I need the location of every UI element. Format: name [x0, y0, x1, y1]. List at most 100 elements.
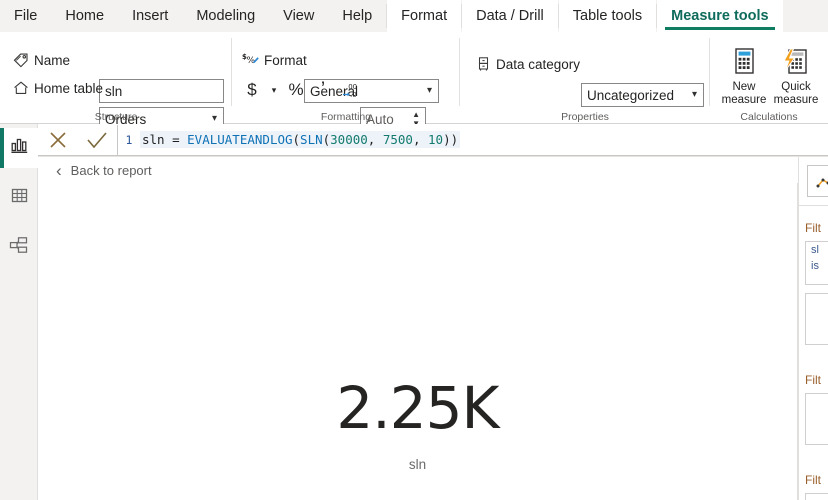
group-label-calculations: Calculations	[740, 111, 798, 123]
tab-table-tools[interactable]: Table tools	[558, 0, 657, 32]
tab-help[interactable]: Help	[328, 0, 386, 32]
dax-token-measure-name: sln	[142, 132, 165, 147]
tab-measure-tools[interactable]: Measure tools	[657, 0, 783, 32]
tab-modeling-label: Modeling	[196, 8, 256, 24]
measure-name-value: sln	[105, 83, 123, 99]
dax-formula-text: sln = EVALUATEANDLOG(SLN(30000, 7500, 10…	[140, 131, 461, 148]
percent-icon[interactable]: %	[286, 78, 306, 102]
dax-formula-input[interactable]: 1 sln = EVALUATEANDLOG(SLN(30000, 7500, …	[118, 124, 828, 156]
nav-model-view[interactable]	[0, 228, 38, 268]
dax-token-paren-close: ))	[443, 132, 459, 147]
tab-format-label: Format	[401, 8, 448, 24]
svg-text:.00: .00	[346, 83, 357, 91]
filter-card-empty-3[interactable]	[805, 493, 828, 500]
dax-token-equals: =	[164, 132, 188, 147]
card-caption: sln	[408, 457, 427, 472]
ribbon-group-calculations: New measure Quick measure Calculations	[710, 32, 828, 124]
line-chart-visual-icon[interactable]	[807, 165, 828, 197]
measure-name-label: Name	[34, 52, 71, 68]
back-to-report-button[interactable]: ‹ Back to report	[38, 157, 798, 183]
measure-name-input[interactable]: sln	[99, 79, 224, 103]
dax-token-comma: ,	[367, 132, 383, 147]
filter-card-sln[interactable]: sl is	[805, 241, 828, 285]
quick-measure-button[interactable]: Quick measure	[770, 38, 822, 107]
ribbon-group-structure: Name sln Home table Orders ▾ Structure	[0, 32, 232, 131]
decrease-decimals-icon[interactable]: .00 .0	[340, 78, 364, 102]
filters-heading-2: Filt	[805, 373, 821, 387]
chevron-down-icon: ▾	[426, 85, 432, 96]
dollar-icon[interactable]: $	[242, 78, 262, 102]
tab-view[interactable]: View	[269, 0, 328, 32]
new-measure-label-line2: measure	[721, 94, 767, 106]
measure-name-row: Name	[10, 48, 70, 72]
tab-home[interactable]: Home	[51, 0, 118, 32]
tab-data-drill-label: Data / Drill	[476, 8, 544, 24]
card-visual[interactable]: 2.25K sln	[38, 379, 797, 472]
dax-token-number-salvage: 7500	[382, 132, 413, 147]
active-nav-accent	[0, 128, 4, 168]
home-icon	[10, 79, 32, 97]
pane-divider	[799, 205, 828, 206]
dax-token-number-cost: 30000	[330, 132, 368, 147]
format-currency-percent-icon: $ %	[240, 51, 262, 69]
new-measure-label-line1: New	[732, 81, 756, 93]
tab-home-label: Home	[65, 8, 105, 24]
tab-format[interactable]: Format	[387, 0, 462, 32]
ribbon-group-properties: Data category Uncategorized ▾ Properties	[460, 32, 710, 124]
chevron-left-icon: ‹	[56, 160, 62, 180]
data-category-row: Data category	[472, 52, 580, 76]
group-label-structure: Structure	[94, 111, 138, 123]
group-label-properties: Properties	[561, 111, 609, 123]
report-view-icon	[10, 136, 29, 160]
tab-insert[interactable]: Insert	[118, 0, 182, 32]
quick-measure-lightning-icon	[770, 38, 822, 78]
group-label-formatting: Formatting	[320, 111, 372, 123]
tab-file-label: File	[14, 8, 38, 24]
filters-heading-3: Filt	[805, 473, 821, 487]
new-measure-calculator-icon	[718, 38, 770, 78]
tab-file[interactable]: File	[0, 0, 51, 32]
commit-check-icon[interactable]	[83, 126, 111, 154]
formula-line-number: 1	[125, 132, 133, 147]
ribbon-group-formatting: $ % Format General ▾ $ ▾ % ’ .00 .0 Auto…	[232, 32, 460, 131]
quick-measure-label-line2: measure	[773, 94, 819, 106]
chevron-down-icon: ▾	[691, 89, 697, 100]
view-nav-rail	[0, 124, 38, 500]
dax-token-function-sln: SLN	[300, 132, 323, 147]
nav-data-view[interactable]	[0, 178, 38, 218]
visualizations-filters-pane: Filt sl is Filt Filt	[798, 157, 828, 500]
data-category-value: Uncategorized	[587, 87, 675, 103]
formula-bar-actions	[38, 124, 118, 156]
ribbon-tab-strip: File Home Insert Modeling View Help Form…	[0, 0, 828, 32]
back-to-report-label: Back to report	[70, 162, 152, 178]
home-table-label: Home table	[34, 80, 104, 96]
filter-card-empty-2[interactable]	[805, 393, 828, 445]
tab-insert-label: Insert	[132, 8, 169, 24]
thousands-separator-icon[interactable]: ’	[313, 78, 333, 102]
filter-card-empty-1[interactable]	[805, 293, 828, 345]
chevron-down-icon[interactable]: ▾	[269, 78, 279, 102]
tab-view-label: View	[283, 8, 315, 24]
filter-field-name: sl	[811, 244, 819, 256]
dax-token-comma: ,	[412, 132, 429, 147]
cancel-x-icon[interactable]	[44, 126, 72, 154]
formatting-button-row: $ ▾ % ’ .00 .0	[242, 78, 364, 102]
data-category-select[interactable]: Uncategorized ▾	[581, 83, 704, 107]
power-bi-desktop-window: File Home Insert Modeling View Help Form…	[0, 0, 828, 500]
dax-token-function-evaluateandlog: EVALUATEANDLOG	[187, 132, 293, 147]
tab-help-label: Help	[342, 8, 373, 24]
data-view-icon	[10, 186, 29, 210]
svg-text:.0: .0	[350, 91, 357, 99]
tab-data-drill[interactable]: Data / Drill	[462, 0, 558, 32]
report-canvas[interactable]: 2.25K sln	[38, 183, 798, 500]
quick-measure-label-line1: Quick	[781, 81, 811, 93]
tab-modeling[interactable]: Modeling	[182, 0, 269, 32]
active-tab-underline	[665, 27, 775, 30]
nav-report-view[interactable]	[0, 128, 38, 168]
tab-table-tools-label: Table tools	[572, 8, 643, 24]
tag-icon	[10, 51, 32, 69]
data-category-label: Data category	[496, 56, 581, 72]
card-value: 2.25K	[336, 374, 499, 442]
model-view-icon	[9, 236, 29, 260]
new-measure-button[interactable]: New measure	[718, 38, 770, 107]
